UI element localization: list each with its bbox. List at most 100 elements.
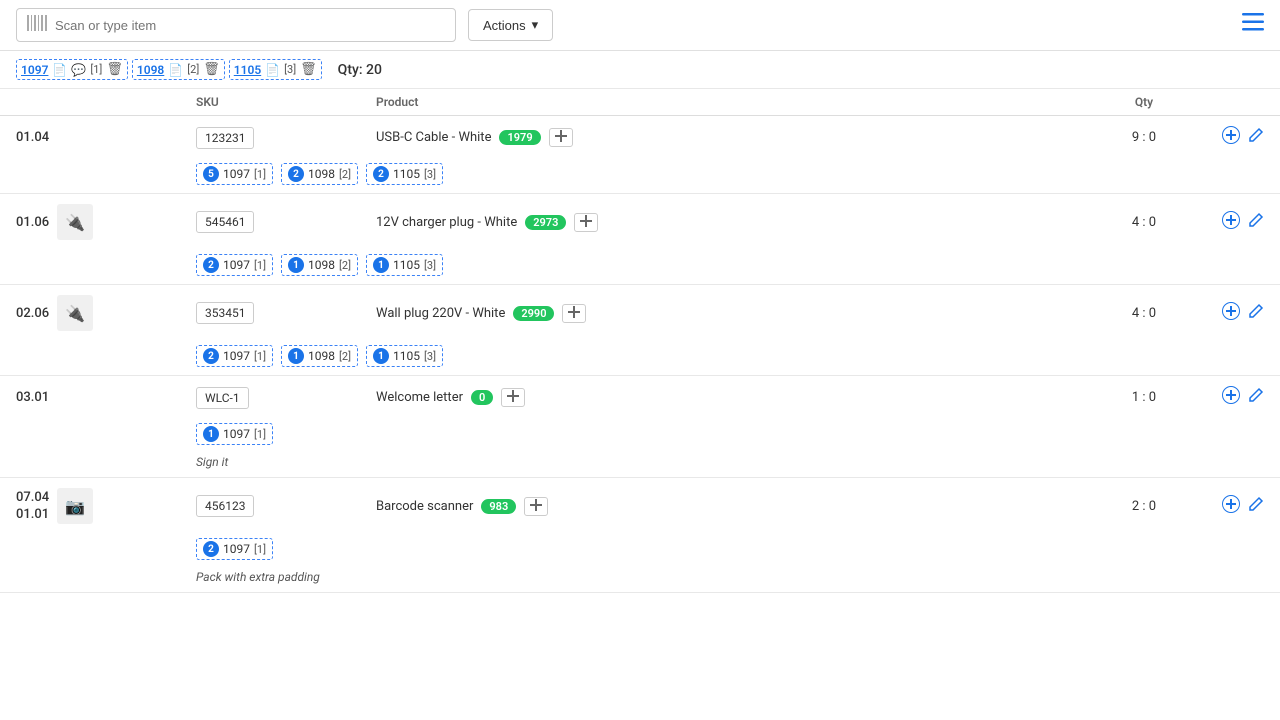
edit-qty-btn[interactable] [1248, 302, 1264, 325]
edit-qty-btn[interactable] [1248, 211, 1264, 234]
order-badge-num: 1 [203, 426, 219, 442]
product-main-row: 01.04 123231 USB-C Cable - White 1979 9 … [0, 116, 1280, 159]
order-badge-count: [1] [254, 350, 266, 363]
product-block-0: 01.04 123231 USB-C Cable - White 1979 9 … [0, 116, 1280, 194]
order-ref-badge[interactable]: 2 1098 [2] [281, 163, 358, 185]
tab-delete-1098[interactable]: 🗑 [203, 62, 220, 77]
order-badge-id: 1097 [223, 427, 250, 441]
order-ref-badge[interactable]: 1 1105 [3] [366, 345, 443, 367]
add-qty-btn[interactable] [1222, 211, 1240, 234]
add-qty-btn[interactable] [1222, 126, 1240, 149]
product-thumb: 📷 [57, 488, 93, 524]
scan-input[interactable] [55, 18, 445, 33]
order-tab-1098[interactable]: 1098 📄 [2] 🗑 [132, 59, 225, 80]
location-label: 03.01 [16, 390, 49, 405]
stock-badge: 0 [471, 390, 493, 405]
order-badge-id: 1098 [308, 258, 335, 272]
tab-chat-icon-1097: 💬 [71, 63, 86, 77]
actions-button[interactable]: Actions ▾ [468, 9, 553, 41]
order-badge-num: 2 [288, 166, 304, 182]
edit-qty-btn[interactable] [1248, 495, 1264, 518]
order-ref-badge[interactable]: 1 1098 [2] [281, 345, 358, 367]
location-label-2: 01.01 [16, 507, 49, 522]
col-header-actions [1204, 95, 1264, 109]
order-ref-badge[interactable]: 2 1097 [1] [196, 345, 273, 367]
product-name: USB-C Cable - White [376, 130, 491, 145]
qty-cell: 4 : 0 [1084, 306, 1204, 321]
product-main-row: 03.01 WLC-1 Welcome letter 0 1 : 0 [0, 376, 1280, 419]
sub-row: 1 1097 [1] [0, 419, 1280, 453]
add-product-btn[interactable] [549, 128, 573, 147]
row-actions [1204, 211, 1264, 234]
menu-button[interactable] [1242, 13, 1264, 37]
order-ref-badge[interactable]: 5 1097 [1] [196, 163, 273, 185]
product-name-cell: Wall plug 220V - White 2990 [376, 304, 1084, 323]
add-qty-btn[interactable] [1222, 495, 1240, 518]
order-badge-count: [1] [254, 428, 266, 441]
order-badge-num: 1 [288, 348, 304, 364]
order-badge-num: 1 [373, 257, 389, 273]
order-ref-badge[interactable]: 2 1105 [3] [366, 163, 443, 185]
tab-count-1097: [1] [90, 63, 102, 76]
edit-qty-btn[interactable] [1248, 386, 1264, 409]
sku-cell: 353451 [196, 302, 376, 324]
tab-id-1097[interactable]: 1097 [21, 63, 48, 77]
scan-input-wrap [16, 8, 456, 42]
order-badge-id: 1098 [308, 349, 335, 363]
qty-cell: 2 : 0 [1084, 499, 1204, 514]
product-name-cell: USB-C Cable - White 1979 [376, 128, 1084, 147]
add-product-btn[interactable] [524, 497, 548, 516]
stock-badge: 983 [481, 499, 516, 514]
product-thumb: 🔌 [57, 295, 93, 331]
order-ref-badge[interactable]: 1 1097 [1] [196, 423, 273, 445]
qty-cell: 1 : 0 [1084, 390, 1204, 405]
tab-delete-1105[interactable]: 🗑 [300, 62, 317, 77]
order-ref-badge[interactable]: 1 1105 [3] [366, 254, 443, 276]
order-ref-badge[interactable]: 2 1097 [1] [196, 538, 273, 560]
row-actions [1204, 302, 1264, 325]
location-cell: 03.01 [16, 390, 196, 405]
order-badge-num: 2 [203, 541, 219, 557]
order-badge-num: 1 [288, 257, 304, 273]
order-badge-id: 1105 [393, 258, 420, 272]
add-product-btn[interactable] [574, 213, 598, 232]
order-badge-count: [3] [424, 168, 436, 181]
order-badge-id: 1097 [223, 167, 250, 181]
add-product-btn[interactable] [501, 388, 525, 407]
qty-cell: 4 : 0 [1084, 215, 1204, 230]
row-actions [1204, 126, 1264, 149]
add-qty-btn[interactable] [1222, 386, 1240, 409]
stock-badge: 1979 [499, 130, 540, 145]
add-product-btn[interactable] [562, 304, 586, 323]
location-label: 02.06 [16, 306, 49, 321]
tab-id-1105[interactable]: 1105 [234, 63, 261, 77]
order-ref-badge[interactable]: 2 1097 [1] [196, 254, 273, 276]
col-header-product: Product [376, 95, 1084, 109]
add-qty-btn[interactable] [1222, 302, 1240, 325]
tab-id-1098[interactable]: 1098 [137, 63, 164, 77]
product-main-row: 02.06 🔌 353451 Wall plug 220V - White 29… [0, 285, 1280, 341]
col-header-qty: Qty [1084, 95, 1204, 109]
edit-qty-btn[interactable] [1248, 126, 1264, 149]
order-badge-count: [3] [424, 259, 436, 272]
location-cell: 01.04 [16, 130, 196, 145]
product-main-row: 01.06 🔌 545461 12V charger plug - White … [0, 194, 1280, 250]
order-ref-badge[interactable]: 1 1098 [2] [281, 254, 358, 276]
top-bar: Actions ▾ [0, 0, 1280, 51]
product-thumb: 🔌 [57, 204, 93, 240]
order-tab-1105[interactable]: 1105 📄 [3] 🗑 [229, 59, 322, 80]
location-label: 01.06 [16, 215, 49, 230]
sku-value: 353451 [196, 302, 254, 324]
order-tab-1097[interactable]: 1097 📄 💬 [1] 🗑 [16, 59, 128, 80]
order-badge-count: [3] [424, 350, 436, 363]
order-badge-id: 1097 [223, 258, 250, 272]
tab-delete-1097[interactable]: 🗑 [106, 62, 123, 77]
order-badge-id: 1098 [308, 167, 335, 181]
product-block-3: 03.01 WLC-1 Welcome letter 0 1 : 0 [0, 376, 1280, 478]
location-cell: 02.06 🔌 [16, 295, 196, 331]
order-badge-count: [1] [254, 543, 266, 556]
order-badge-count: [1] [254, 259, 266, 272]
order-badge-num: 2 [203, 348, 219, 364]
product-block-4: 07.04 01.01 📷 456123 Barcode scanner 983… [0, 478, 1280, 593]
sub-row: 2 1097 [1] 1 1098 [2] 1 1105 [3] [0, 250, 1280, 284]
